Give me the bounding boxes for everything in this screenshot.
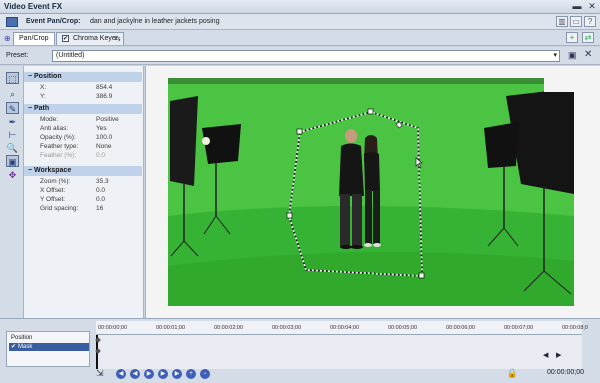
property-row[interactable]: Y Offset: 0.0 [24,195,142,204]
zoom-tool-icon[interactable]: ⌕ [6,88,19,100]
tick-label: 00:00:06;00 [446,325,476,331]
close-icon[interactable]: ✕ [585,1,599,12]
section-workspace[interactable]: − Workspace [24,166,142,176]
tick-label: 00:00:07;00 [504,325,534,331]
move-tool-icon[interactable]: ✥ [6,169,19,181]
help-button[interactable]: ? [584,16,596,27]
property-row: Feather (%): 0.0 [40,152,106,159]
tick-label: 00:00:03;00 [272,325,302,331]
split-view-button[interactable]: ▥ [556,16,568,27]
anchor-creation-tool-icon[interactable]: ✎ [6,102,19,114]
tick-label: 00:00:08;0 [562,325,588,331]
tick-label: 00:00:04;00 [330,325,360,331]
delete-keyframe-button[interactable]: − [200,369,210,379]
tick-label: 00:00:01;00 [156,325,186,331]
chain-icon[interactable]: ⇆ [114,34,121,43]
preset-label: Preset: [6,52,29,59]
green-screen-frame[interactable] [146,66,600,318]
property-row[interactable]: Opacity (%): 100.0 [24,133,142,142]
delete-preset-icon[interactable]: ✕ [584,49,592,60]
mask-anchor-point[interactable] [296,128,303,135]
preset-dropdown[interactable]: (Untitled) ▾ [52,50,560,62]
property-row[interactable]: Grid spacing: 16 [24,204,142,213]
link-icon[interactable]: ⊕ [4,34,11,43]
tick-label: 00:00:00;00 [98,325,128,331]
window-title: Video Event FX [4,2,63,11]
transport-controls: ⇲ ◀ ◀ ▶ ▶ ▶ + − 🔒 00:00:00;00 [96,367,596,381]
properties-panel: − Position X: 854.4 Y: 386.9 − Path Mode: Pos… [24,66,144,318]
pen-tool-icon[interactable]: ✒ [6,116,19,128]
view-tool-icon[interactable]: ▣ [6,155,19,167]
track-mask[interactable]: ✔ Mask [9,343,89,351]
sync-cursor-icon[interactable]: ⇲ [96,368,104,379]
event-name: dan and jackylne in leather jackets posi… [90,18,220,25]
mask-anchor-point[interactable] [286,212,293,219]
section-position[interactable]: − Position [24,72,142,82]
scroll-right-icon[interactable]: ▶ [556,351,561,359]
tool-strip: ⬚ ⌕ ✎ ✒ ⊢ 🔍 ▣ ✥ [0,66,24,318]
lock-icon[interactable]: 🔒 [507,368,518,379]
checkbox-icon[interactable]: ✔ [11,344,16,350]
track-list: Position ✔ Mask [6,331,90,367]
prev-keyframe-button[interactable]: ◀ [130,369,140,379]
dock-button[interactable]: ▭ [570,16,582,27]
property-row[interactable]: Zoom (%): 35.3 [24,177,142,186]
property-row[interactable]: Feather type: None [24,142,142,151]
video-canvas[interactable] [145,66,600,318]
plugin-tabs: ⊕ Pan/Crop ✔ Chroma Keyer ⇆ + ⇄ [0,30,600,46]
event-header: Event Pan/Crop: dan and jackylne in leat… [0,14,600,30]
tick-label: 00:00:05;00 [388,325,418,331]
tab-label: Chroma Keyer [72,35,119,42]
magnify-tool-icon[interactable]: 🔍 [6,142,19,154]
play-button[interactable]: ▶ [144,369,154,379]
last-keyframe-button[interactable]: ▶ [172,369,182,379]
event-label: Event Pan/Crop: [26,18,81,25]
time-ruler[interactable]: 00:00:00;00 00:00:01;00 00:00:02;00 00:0… [96,321,588,335]
tab-pan-crop[interactable]: Pan/Crop [13,32,55,45]
scroll-left-icon[interactable]: ◀ [543,351,548,359]
chevron-down-icon: ▾ [553,52,557,59]
minimize-icon[interactable]: ▬ [570,1,584,12]
tab-label: Pan/Crop [19,35,49,42]
section-path[interactable]: − Path [24,104,142,114]
preset-value: (Untitled) [56,52,85,59]
mask-anchor-point[interactable] [418,272,425,279]
add-keyframe-button[interactable]: + [186,369,196,379]
split-tool-icon[interactable]: ⊢ [6,129,19,141]
fx-chain-icon[interactable] [6,17,18,27]
property-row[interactable]: X Offset: 0.0 [24,186,142,195]
first-keyframe-button[interactable]: ◀ [116,369,126,379]
add-plugin-button[interactable]: + [566,32,578,43]
save-preset-icon[interactable]: ▣ [568,50,577,61]
property-row[interactable]: Anti alias: Yes [24,124,142,133]
tick-label: 00:00:02;00 [214,325,244,331]
property-row[interactable]: Mode: Positive [24,115,142,124]
preset-bar: Preset: (Untitled) ▾ ▣ ✕ [0,47,600,65]
keyframe-timeline: Position ✔ Mask 00:00:00;00 00:00:01;00 0… [0,318,600,383]
property-row[interactable]: Y: 386.9 [24,92,142,101]
normal-edit-tool-icon[interactable]: ⬚ [6,72,19,84]
checkbox-enabled-icon[interactable]: ✔ [62,35,69,42]
track-position[interactable]: Position [9,334,89,342]
keyframe-track-area[interactable] [95,335,582,369]
mask-anchor-point[interactable] [367,108,374,115]
remove-plugin-button[interactable]: ⇄ [582,32,594,43]
property-row[interactable]: X: 854.4 [24,83,142,92]
next-keyframe-button[interactable]: ▶ [158,369,168,379]
window-titlebar: Video Event FX ▬ ✕ [0,0,600,14]
timecode-display: 00:00:00;00 [547,369,584,376]
